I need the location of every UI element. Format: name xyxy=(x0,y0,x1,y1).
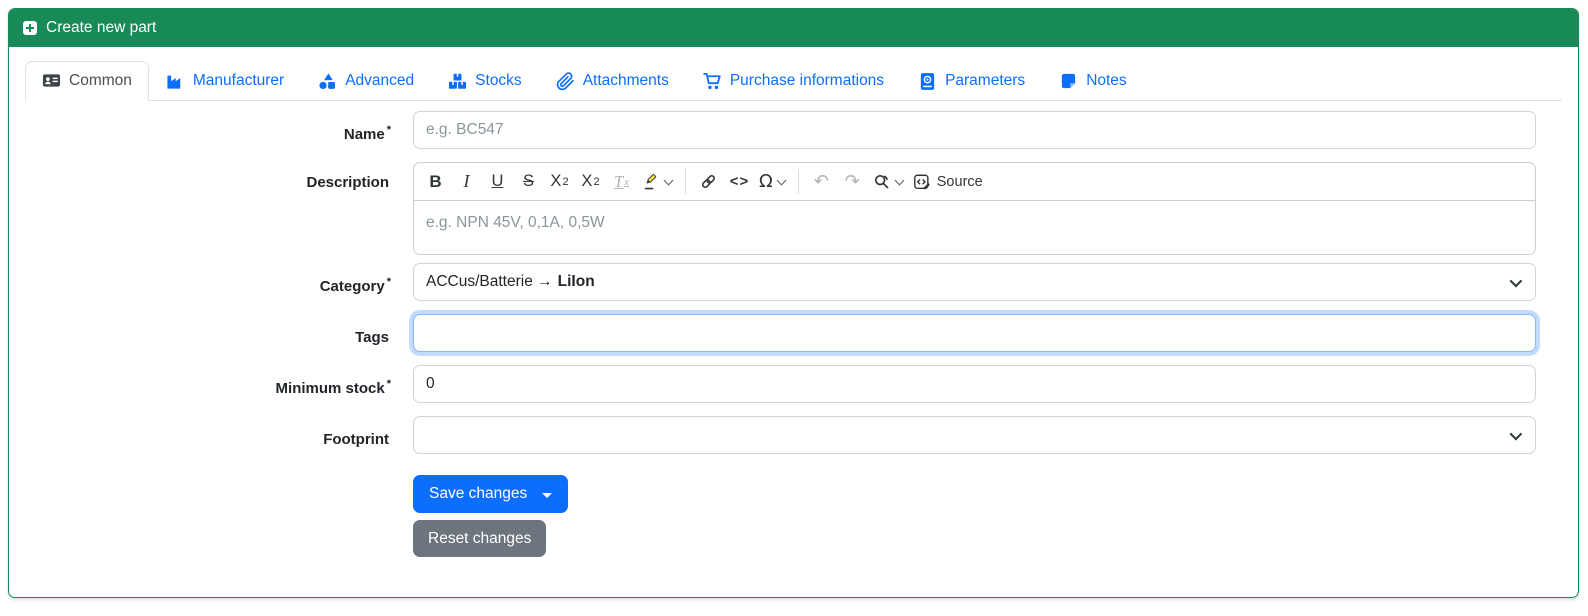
chevron-down-icon xyxy=(663,175,674,185)
panel-title: Create new part xyxy=(46,19,157,36)
tags-label: Tags xyxy=(355,329,389,346)
caret-down-icon xyxy=(542,492,553,498)
link-button[interactable] xyxy=(693,166,724,197)
part-form: Name* Description B I U S X2 X2 Tx xyxy=(25,111,1562,585)
source-code-icon xyxy=(913,174,930,189)
source-button[interactable]: Source xyxy=(909,166,987,197)
underline-button[interactable]: U xyxy=(482,166,513,197)
code-button[interactable]: <> xyxy=(724,166,755,197)
reset-changes-button[interactable]: Reset changes xyxy=(413,520,547,557)
footprint-label: Footprint xyxy=(323,431,389,448)
sticky-note-icon xyxy=(1059,72,1078,91)
tab-stocks[interactable]: Stocks xyxy=(431,61,539,101)
tab-label: Stocks xyxy=(475,72,522,89)
tab-manufacturer[interactable]: Manufacturer xyxy=(149,61,301,101)
tab-notes[interactable]: Notes xyxy=(1042,61,1144,101)
tab-label: Common xyxy=(69,71,132,89)
panel-header: Create new part xyxy=(9,9,1578,47)
toolbar-separator xyxy=(797,169,799,194)
tags-row: Tags xyxy=(25,314,1562,357)
undo-button: ↶ xyxy=(806,166,837,197)
required-marker: * xyxy=(386,124,391,136)
shopping-cart-icon xyxy=(703,72,722,91)
actions-row: Save changes Reset changes xyxy=(25,475,1562,557)
editor-toolbar: B I U S X2 X2 Tx <> Ω ↶ ↷ Source xyxy=(413,162,1536,201)
tags-input[interactable] xyxy=(413,314,1536,352)
minimum-stock-label: Minimum stock * xyxy=(275,378,391,397)
description-label: Description xyxy=(306,174,389,191)
required-marker: * xyxy=(386,378,391,390)
special-characters-button[interactable]: Ω xyxy=(755,166,791,197)
chevron-down-icon xyxy=(1509,274,1523,288)
category-value-path: ACCus/Batterie → xyxy=(426,273,553,290)
tab-label: Purchase informations xyxy=(729,72,885,89)
tab-bar: Common Manufacturer Advanced Stocks Atta… xyxy=(25,61,1562,101)
tab-label: Notes xyxy=(1086,72,1127,89)
find-replace-icon xyxy=(874,174,889,189)
description-row: Description B I U S X2 X2 Tx <> Ω ↶ ↷ So… xyxy=(25,162,1562,255)
paperclip-icon xyxy=(556,71,575,91)
link-icon xyxy=(701,174,716,189)
minimum-stock-row: Minimum stock * xyxy=(25,365,1562,408)
subscript-button[interactable]: X2 xyxy=(544,166,575,197)
shapes-icon xyxy=(318,72,337,91)
name-row: Name * xyxy=(25,111,1562,154)
description-editor-area[interactable]: e.g. NPN 45V, 0,1A, 0,5W xyxy=(413,201,1536,255)
footprint-select[interactable] xyxy=(413,416,1536,454)
tab-label: Manufacturer xyxy=(192,72,285,89)
category-select[interactable]: ACCus/Batterie → LiIon xyxy=(413,263,1536,301)
highlighter-pen-icon xyxy=(644,173,657,190)
create-part-panel: Create new part Common Manufacturer Adva… xyxy=(8,8,1579,598)
category-row: Category * ACCus/Batterie → LiIon xyxy=(25,263,1562,306)
required-marker: * xyxy=(386,276,391,288)
tab-purchase-informations[interactable]: Purchase informations xyxy=(686,61,901,101)
save-changes-button[interactable]: Save changes xyxy=(413,475,569,513)
tab-label: Attachments xyxy=(582,72,669,89)
italic-button[interactable]: I xyxy=(451,166,482,197)
tab-label: Parameters xyxy=(945,72,1026,89)
address-card-icon xyxy=(42,71,61,90)
save-changes-label: Save changes xyxy=(429,485,528,502)
name-input[interactable] xyxy=(413,111,1536,149)
tab-advanced[interactable]: Advanced xyxy=(301,61,431,101)
category-value-leaf: LiIon xyxy=(557,273,595,290)
factory-icon xyxy=(166,72,185,91)
footprint-row: Footprint xyxy=(25,416,1562,459)
name-label: Name * xyxy=(343,124,391,143)
toolbar-separator xyxy=(685,169,686,194)
rich-text-editor: B I U S X2 X2 Tx <> Ω ↶ ↷ Source e.g. NP… xyxy=(413,162,1536,255)
reset-changes-label: Reset changes xyxy=(428,529,532,547)
boxes-stacked-icon xyxy=(448,72,467,91)
tab-label: Advanced xyxy=(345,72,415,89)
remove-format-button: Tx xyxy=(606,166,637,197)
highlight-button[interactable] xyxy=(637,166,678,197)
atlas-book-icon xyxy=(918,72,937,91)
tab-attachments[interactable]: Attachments xyxy=(539,61,686,101)
tab-parameters[interactable]: Parameters xyxy=(901,61,1042,101)
minimum-stock-input[interactable] xyxy=(413,365,1536,403)
chevron-down-icon xyxy=(1509,427,1523,441)
chevron-down-icon xyxy=(894,175,905,185)
superscript-button[interactable]: X2 xyxy=(575,166,606,197)
strikethrough-button[interactable]: S xyxy=(513,166,544,197)
panel-body: Common Manufacturer Advanced Stocks Atta… xyxy=(9,47,1578,585)
plus-square-icon xyxy=(23,21,37,35)
chevron-down-icon xyxy=(776,175,787,185)
description-placeholder: e.g. NPN 45V, 0,1A, 0,5W xyxy=(426,214,605,231)
category-label: Category * xyxy=(319,276,391,295)
source-button-label: Source xyxy=(936,173,983,190)
tab-common[interactable]: Common xyxy=(25,61,149,101)
redo-button: ↷ xyxy=(837,166,868,197)
bold-button[interactable]: B xyxy=(420,166,451,197)
find-replace-button[interactable] xyxy=(868,166,909,197)
